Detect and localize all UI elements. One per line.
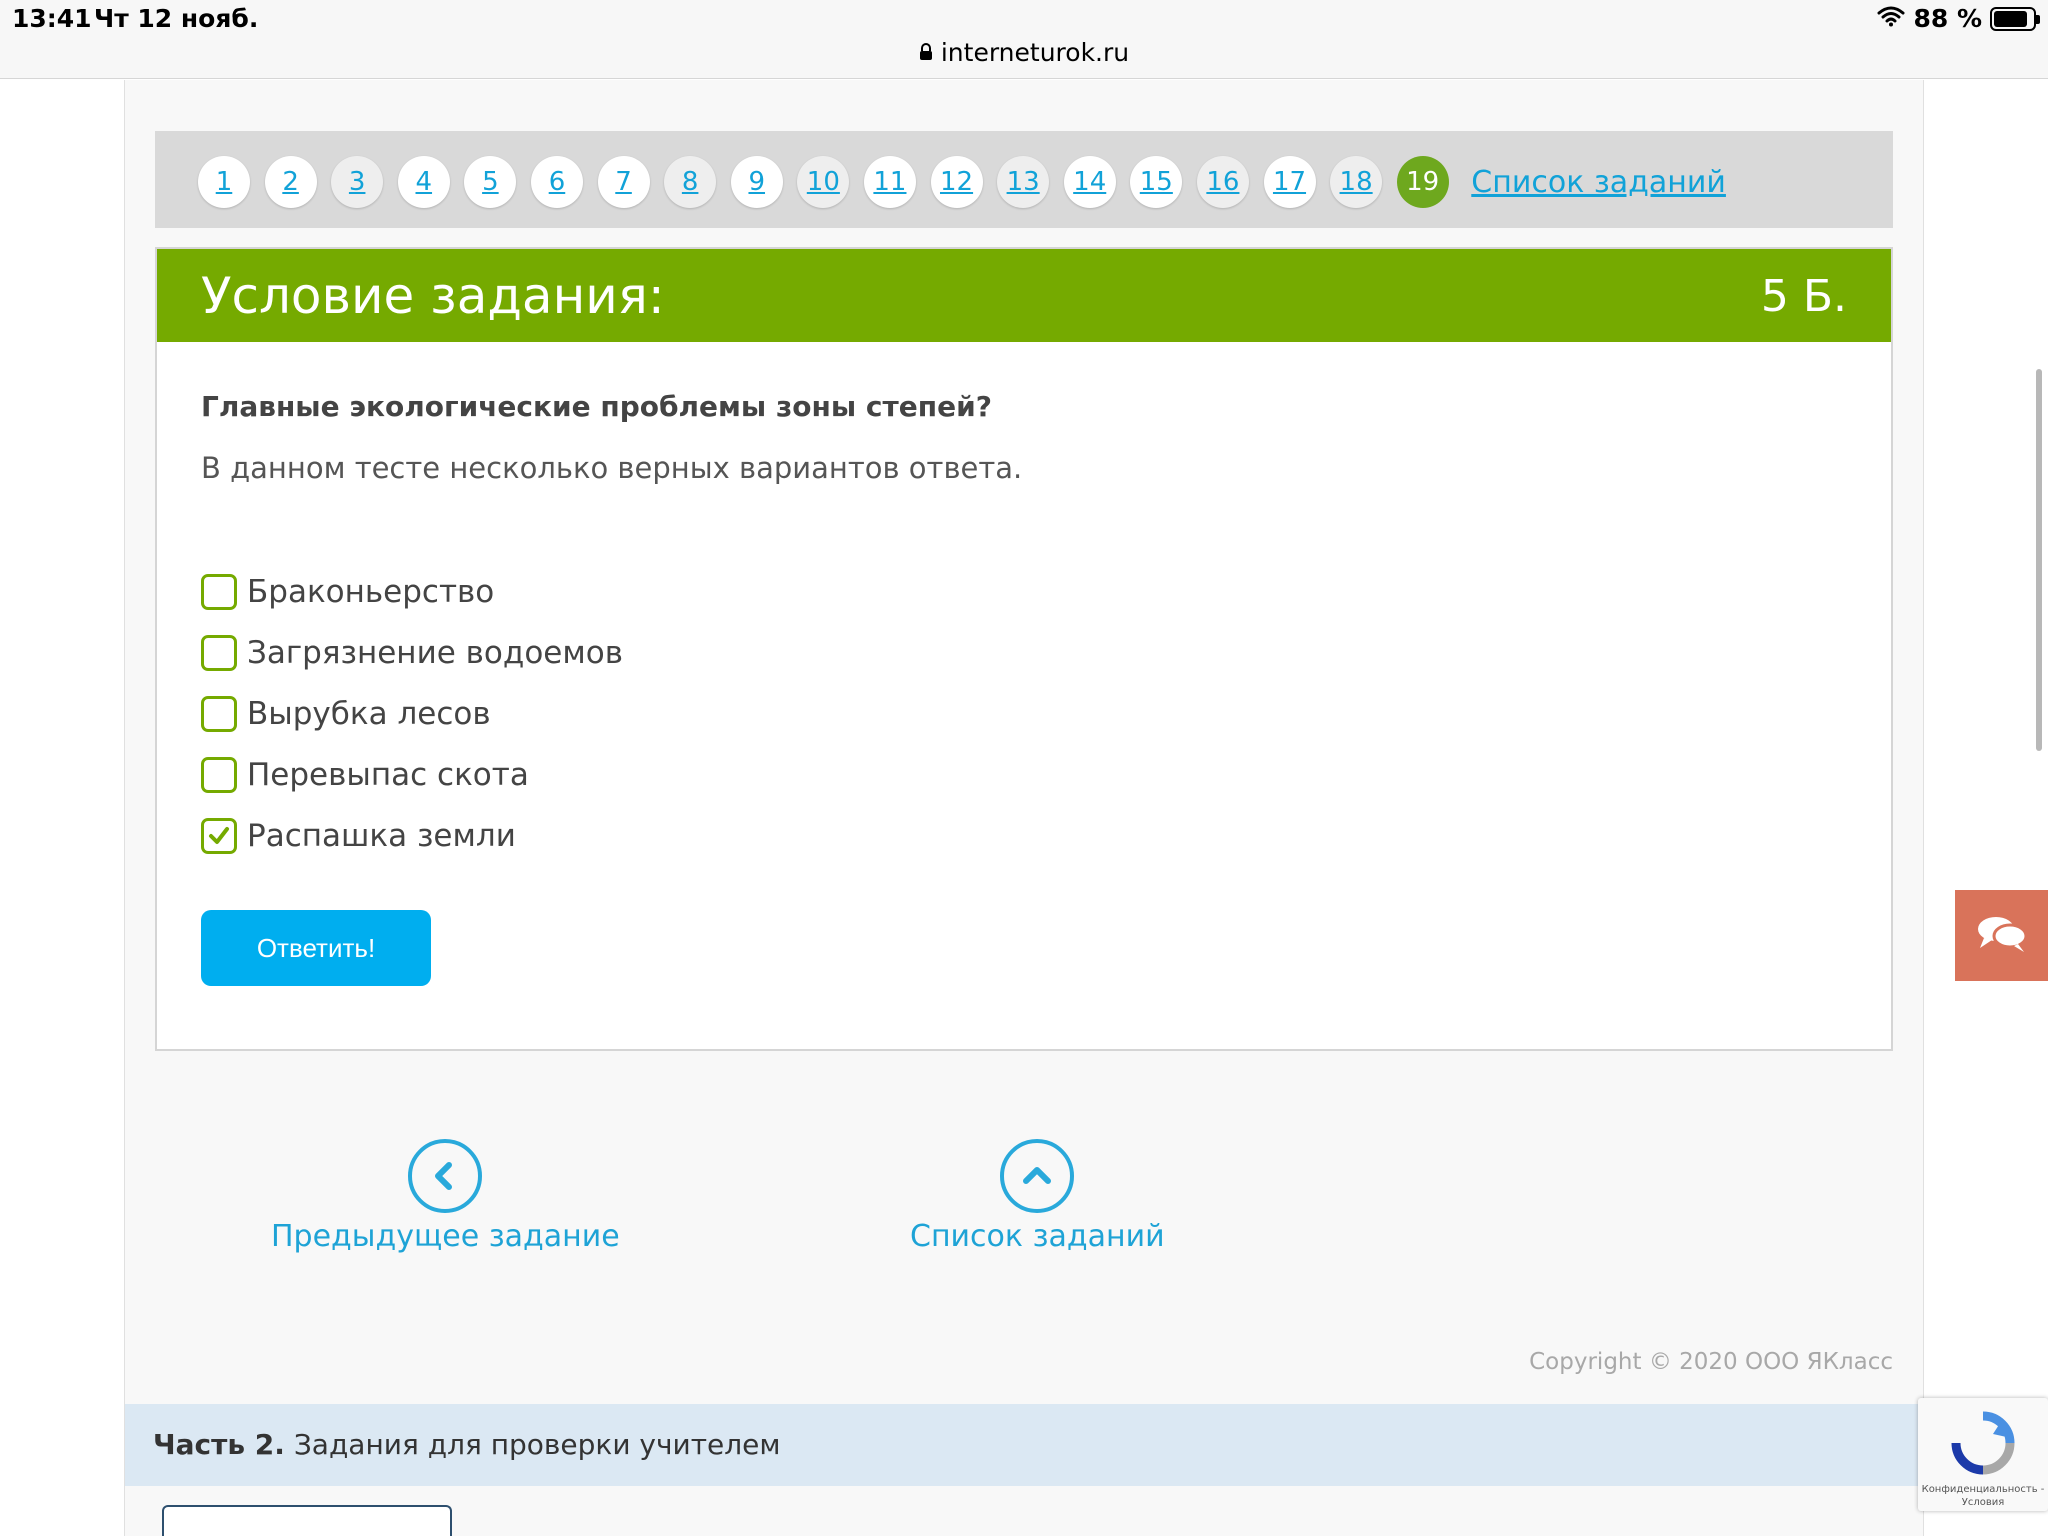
prev-task-link[interactable]: Предыдущее задание bbox=[271, 1139, 620, 1254]
answer-option[interactable]: Загрязнение водоемов bbox=[201, 622, 623, 683]
part2-bold: Часть 2. bbox=[153, 1428, 285, 1461]
battery-icon bbox=[1990, 6, 2040, 31]
url-text: interneturok.ru bbox=[940, 38, 1130, 67]
checkbox-checked[interactable] bbox=[201, 817, 237, 854]
wifi-icon bbox=[1877, 4, 1905, 33]
task-points: 5 Б. bbox=[1760, 271, 1847, 322]
pager-item-1[interactable]: 1 bbox=[198, 156, 250, 208]
page-scrollbar[interactable] bbox=[2036, 369, 2042, 751]
page-root: 13:41 Чт 12 нояб. 88 % interneturok.ru 1… bbox=[0, 0, 2048, 1536]
pager-item-11[interactable]: 11 bbox=[863, 156, 916, 208]
answer-option-label[interactable]: Распашка земли bbox=[247, 818, 516, 854]
address-bar[interactable]: interneturok.ru bbox=[0, 38, 2048, 67]
answer-option[interactable]: Перевыпас скота bbox=[201, 744, 623, 805]
question-note: В данном тесте несколько верных варианто… bbox=[201, 451, 1023, 485]
recaptcha-icon bbox=[1948, 1408, 2018, 1482]
status-indicators: 88 % bbox=[1877, 4, 2040, 33]
recaptcha-links[interactable]: Конфиденциальность - Условия bbox=[1918, 1483, 2048, 1509]
pager-task-list-link[interactable]: Список заданий bbox=[1471, 165, 1726, 200]
answer-option-label[interactable]: Загрязнение водоемов bbox=[247, 635, 623, 671]
pager-item-10[interactable]: 10 bbox=[797, 156, 850, 208]
browser-status-bar: 13:41 Чт 12 нояб. 88 % interneturok.ru bbox=[0, 0, 2048, 79]
chat-button[interactable] bbox=[1955, 890, 2048, 981]
pager-item-12[interactable]: 12 bbox=[930, 156, 983, 208]
task-list-label[interactable]: Список заданий bbox=[910, 1219, 1165, 1254]
pager-list: 1 2 3 4 5 6 7 8 9 10 11 12 13 14 15 16 17 18 19 Список зада… bbox=[198, 156, 1726, 208]
task-header: Условие задания: 5 Б. bbox=[157, 249, 1891, 342]
status-time: 13:41 bbox=[12, 4, 92, 33]
pager-item-2[interactable]: 2 bbox=[264, 156, 317, 208]
pager-item-19[interactable]: 19 bbox=[1396, 156, 1449, 208]
pager-item-7[interactable]: 7 bbox=[597, 156, 650, 208]
chat-bubbles-icon bbox=[1976, 914, 2028, 958]
recaptcha-badge[interactable]: Конфиденциальность - Условия bbox=[1918, 1398, 2048, 1511]
checkbox[interactable] bbox=[201, 695, 237, 732]
answer-options: Браконьерство Загрязнение водоемов Вырубка… bbox=[201, 561, 623, 866]
status-date: Чт 12 нояб. bbox=[94, 4, 259, 33]
pager-item-16[interactable]: 16 bbox=[1196, 156, 1249, 208]
task-title: Условие задания: bbox=[201, 267, 665, 325]
answer-option[interactable]: Вырубка лесов bbox=[201, 683, 623, 744]
answer-button[interactable]: Ответить! bbox=[201, 910, 431, 986]
main-content: 1 2 3 4 5 6 7 8 9 10 11 12 13 14 15 16 17 18 19 Список зада… bbox=[124, 80, 1924, 1536]
checkbox[interactable] bbox=[201, 573, 237, 610]
part2-card[interactable] bbox=[162, 1505, 452, 1536]
pager-item-17[interactable]: 17 bbox=[1263, 156, 1316, 208]
pager-item-6[interactable]: 6 bbox=[530, 156, 583, 208]
pager-item-5[interactable]: 5 bbox=[464, 156, 517, 208]
pager-item-8[interactable]: 8 bbox=[664, 156, 717, 208]
checkbox[interactable] bbox=[201, 634, 237, 671]
pager-item-13[interactable]: 13 bbox=[997, 156, 1050, 208]
answer-option-label[interactable]: Браконьерство bbox=[247, 574, 494, 610]
pager-item-3[interactable]: 3 bbox=[331, 156, 384, 208]
answer-option[interactable]: Распашка земли bbox=[201, 805, 623, 866]
answer-option-label[interactable]: Перевыпас скота bbox=[247, 757, 529, 793]
copyright-text: Copyright © 2020 ООО ЯКласс bbox=[1529, 1349, 1893, 1375]
recaptcha-privacy[interactable]: Конфиденциальность - bbox=[1922, 1484, 2045, 1495]
pager-item-18[interactable]: 18 bbox=[1330, 156, 1383, 208]
question-text: Главные экологические проблемы зоны степ… bbox=[201, 390, 992, 423]
prev-task-label[interactable]: Предыдущее задание bbox=[271, 1219, 620, 1254]
answer-option[interactable]: Браконьерство bbox=[201, 561, 623, 622]
chevron-up-icon[interactable] bbox=[1000, 1139, 1075, 1213]
pager-item-14[interactable]: 14 bbox=[1063, 156, 1116, 208]
lock-icon bbox=[919, 38, 933, 67]
answer-option-label[interactable]: Вырубка лесов bbox=[247, 696, 491, 732]
task-pager: 1 2 3 4 5 6 7 8 9 10 11 12 13 14 15 16 17 18 19 Список зада… bbox=[155, 131, 1893, 228]
task-card: Условие задания: 5 Б. Главные экологичес… bbox=[155, 247, 1893, 1051]
recaptcha-terms[interactable]: Условия bbox=[1962, 1497, 2005, 1508]
battery-percent: 88 % bbox=[1913, 4, 1982, 33]
part2-heading: Часть 2. Задания для проверки учителем bbox=[153, 1428, 781, 1461]
part2-text: Задания для проверки учителем bbox=[293, 1428, 781, 1461]
pager-item-15[interactable]: 15 bbox=[1130, 156, 1183, 208]
task-list-link[interactable]: Список заданий bbox=[910, 1139, 1165, 1254]
part2-section-header: Часть 2. Задания для проверки учителем bbox=[125, 1404, 1923, 1486]
pager-item-4[interactable]: 4 bbox=[397, 156, 450, 208]
checkbox[interactable] bbox=[201, 756, 237, 793]
chevron-left-icon[interactable] bbox=[408, 1139, 483, 1213]
checkmark-icon bbox=[209, 826, 229, 844]
pager-item-9[interactable]: 9 bbox=[730, 156, 783, 208]
